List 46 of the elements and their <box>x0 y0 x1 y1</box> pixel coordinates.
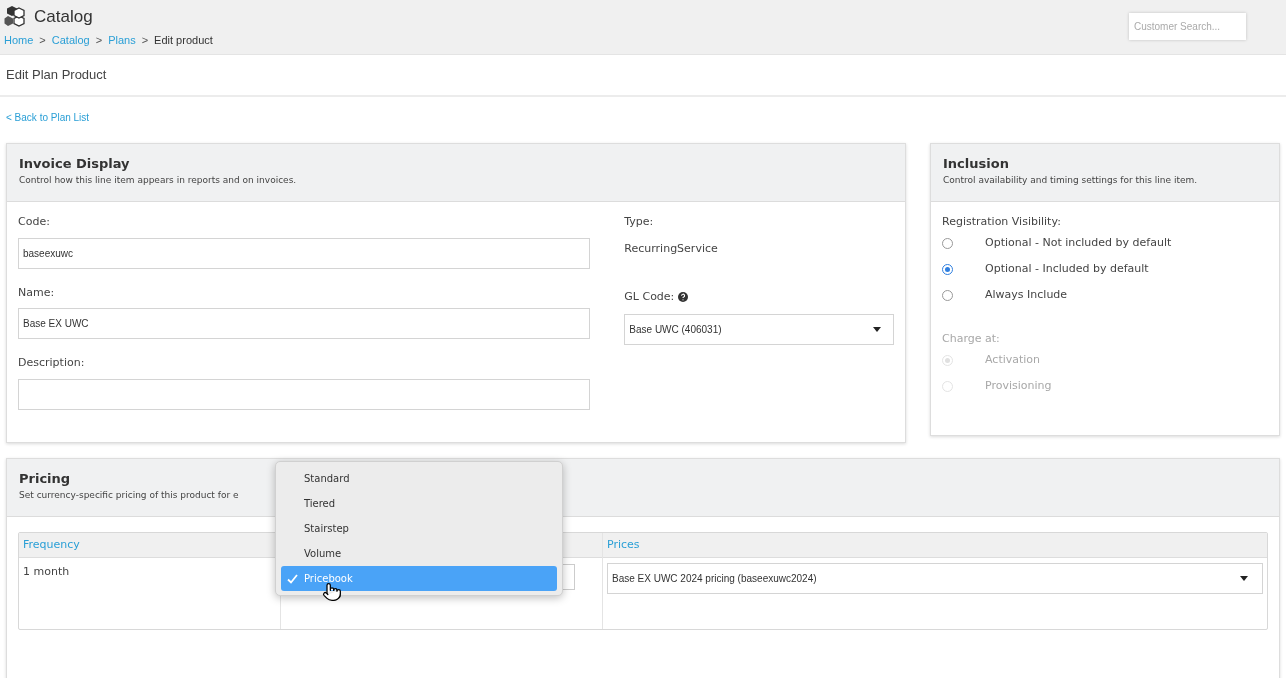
text-field[interactable]: baseexuwc <box>18 237 591 269</box>
group-label: Registration Visibility: <box>942 215 1061 228</box>
text-field[interactable]: Base EX UWC <box>18 308 591 339</box>
customer-search-field[interactable]: Customer Search... <box>1129 13 1246 40</box>
card-title: Invoice Display <box>19 156 130 172</box>
checkmark-icon <box>287 574 298 584</box>
app-title: Catalog <box>34 6 93 28</box>
field-label: Name: <box>18 284 56 301</box>
dropdown-option[interactable]: Volume <box>281 541 557 566</box>
caret-icon <box>873 326 881 332</box>
field-label: GL Code: <box>624 289 675 305</box>
prices-select[interactable]: Base EX UWC 2024 pricing (baseexuwc2024) <box>607 563 1263 594</box>
card-title: Pricing <box>19 471 71 487</box>
breadcrumb-separator: > <box>39 32 46 48</box>
dropdown-option[interactable]: Standard <box>281 466 557 491</box>
card-subtitle: Set currency-specific pricing of this product for e <box>19 489 239 502</box>
radio-button[interactable] <box>942 238 953 249</box>
breadcrumb-separator: > <box>141 32 149 48</box>
breadcrumb-current: Edit product <box>154 32 213 48</box>
card-title: Inclusion <box>943 156 1009 172</box>
card-subtitle: Control how this line item appears in reports and on invoices. <box>19 174 297 187</box>
caret-icon <box>1240 576 1248 581</box>
field-label: Type: <box>624 214 655 230</box>
group-label: Charge at: <box>942 331 1000 345</box>
radio-label: Always Include <box>985 287 1068 304</box>
dropdown-option[interactable]: Stairstep <box>281 516 557 541</box>
type-value: RecurringService <box>624 240 719 257</box>
pointer-cursor-icon <box>322 582 342 602</box>
text-field[interactable] <box>18 378 591 410</box>
field-label: Code: <box>18 214 51 230</box>
help-icon <box>678 292 689 303</box>
breadcrumb-separator: > <box>95 32 103 48</box>
column-header: Prices <box>603 533 1267 558</box>
gl-code-select[interactable]: Base UWC (406031) <box>624 313 894 345</box>
table-cell-text: 1 month <box>22 564 71 580</box>
card-subtitle: Control availability and timing settings for this line item. <box>943 174 1198 187</box>
radio-label: Optional - Included by default <box>985 261 1149 278</box>
radio-label: Activation <box>985 351 1041 368</box>
radio-button[interactable] <box>942 264 953 275</box>
field-label: Description: <box>18 355 86 371</box>
cubes-icon <box>4 4 28 29</box>
radio-label: Provisioning <box>985 377 1052 394</box>
radio-label: Optional - Not included by default <box>985 235 1172 252</box>
dropdown-option[interactable]: Tiered <box>281 491 557 516</box>
page-title: Edit Plan Product <box>0 55 1286 97</box>
radio-button[interactable] <box>942 290 953 301</box>
